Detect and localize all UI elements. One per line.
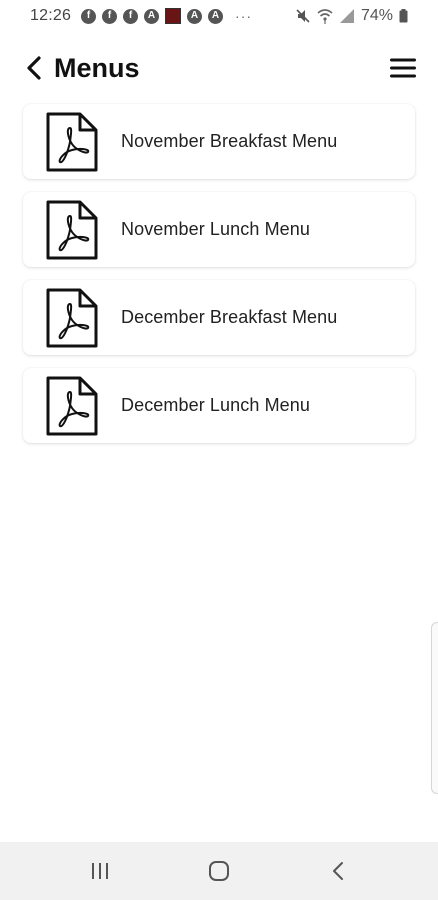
red-square-app-icon <box>165 8 182 24</box>
status-left: 12:26 f f f A A A ··· <box>30 7 252 25</box>
menu-item-label: December Lunch Menu <box>121 395 311 415</box>
back-button[interactable] <box>22 53 46 83</box>
back-arrow-icon <box>333 862 344 880</box>
app-a-icon: A <box>187 8 203 24</box>
pdf-file-icon <box>46 112 98 172</box>
status-right: 74% <box>295 7 408 25</box>
chevron-left-icon <box>27 56 41 80</box>
menu-list: November Breakfast Menu November Lunch M… <box>23 104 415 456</box>
screen: 12:26 f f f A A A ··· 74% Menus November… <box>0 0 438 900</box>
recent-apps-icon <box>91 863 108 879</box>
edge-panel-handle[interactable] <box>431 622 438 794</box>
app-header: Menus <box>0 44 438 92</box>
facebook-icon: f <box>123 8 139 24</box>
more-notifications-icon: ··· <box>235 8 253 24</box>
mute-icon <box>295 8 311 24</box>
menu-item-december-lunch[interactable]: December Lunch Menu <box>23 368 415 443</box>
back-nav-button[interactable] <box>318 851 358 891</box>
pdf-file-icon <box>46 288 98 348</box>
menu-item-label: November Breakfast Menu <box>121 131 338 151</box>
signal-icon <box>339 8 355 24</box>
hamburger-icon <box>390 58 416 78</box>
menu-item-december-breakfast[interactable]: December Breakfast Menu <box>23 280 415 355</box>
status-time: 12:26 <box>30 7 72 24</box>
home-icon <box>208 861 229 881</box>
menu-item-november-lunch[interactable]: November Lunch Menu <box>23 192 415 267</box>
facebook-icon: f <box>81 8 97 24</box>
status-bar: 12:26 f f f A A A ··· 74% <box>0 0 438 32</box>
pdf-file-icon <box>46 200 98 260</box>
page-title: Menus <box>54 52 140 83</box>
recent-apps-button[interactable] <box>80 851 120 891</box>
menu-item-label: November Lunch Menu <box>121 219 311 239</box>
hamburger-menu-button[interactable] <box>388 53 418 83</box>
app-a-icon: A <box>144 8 160 24</box>
battery-percent: 74% <box>360 7 393 24</box>
system-nav-bar <box>0 842 438 900</box>
wifi-icon <box>317 8 333 24</box>
app-a-icon: A <box>208 8 224 24</box>
pdf-file-icon <box>46 376 98 436</box>
home-button[interactable] <box>199 851 239 891</box>
menu-item-label: December Breakfast Menu <box>121 307 338 327</box>
menu-item-november-breakfast[interactable]: November Breakfast Menu <box>23 104 415 179</box>
battery-icon <box>399 9 408 23</box>
facebook-icon: f <box>102 8 118 24</box>
